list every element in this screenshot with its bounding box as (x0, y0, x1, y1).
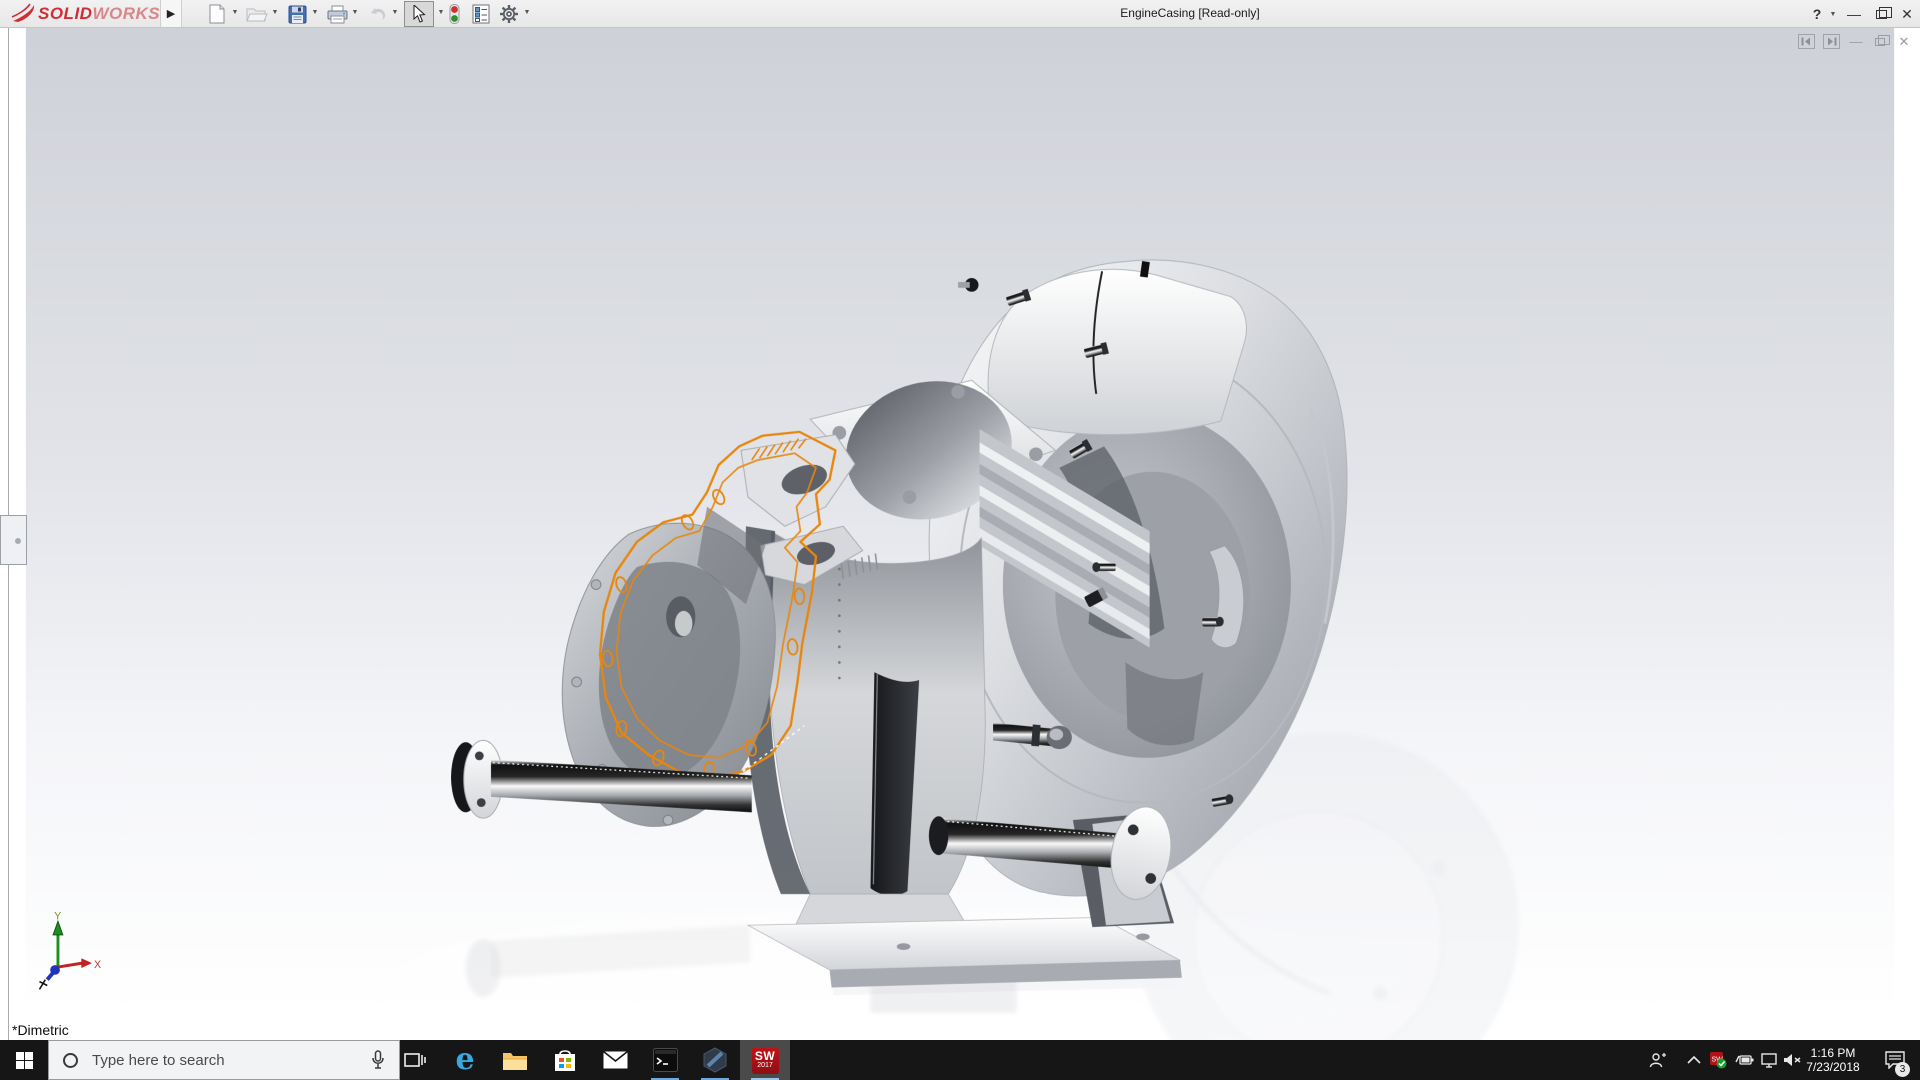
battery-icon (1734, 1054, 1754, 1066)
action-center-button[interactable]: 3 (1878, 1040, 1912, 1080)
print-button[interactable] (324, 1, 350, 27)
restore-button[interactable] (1870, 4, 1892, 24)
solidworks-app-icon: SW 2017 (752, 1047, 779, 1074)
tray-overflow-button[interactable] (1682, 1040, 1706, 1080)
people-icon (1649, 1052, 1667, 1068)
pane-left-icon (1801, 37, 1812, 46)
taskbar-app-mail[interactable] (590, 1040, 640, 1080)
select-cursor-icon (413, 5, 426, 23)
taskbar-app-store[interactable] (540, 1040, 590, 1080)
options-dropdown-arrow[interactable]: ▼ (522, 9, 532, 16)
people-button[interactable] (1646, 1040, 1670, 1080)
undo-dropdown-arrow[interactable]: ▼ (390, 9, 400, 16)
pane-right-icon (1826, 37, 1837, 46)
pane-handle-dot-icon (15, 538, 21, 544)
triad-x-label: X (94, 959, 101, 971)
open-dropdown-arrow[interactable]: ▼ (270, 9, 280, 16)
task-view-button[interactable] (390, 1040, 440, 1080)
undo-button[interactable] (364, 1, 390, 27)
window-title: EngineCasing [Read-only] (1040, 6, 1340, 20)
document-minimize-button[interactable]: — (1848, 34, 1864, 49)
restore-icon (1876, 10, 1887, 19)
new-dropdown-arrow[interactable]: ▼ (230, 9, 240, 16)
collapse-pane-right-button[interactable] (1823, 34, 1840, 49)
document-restore-button[interactable] (1872, 34, 1888, 49)
taskbar-app-edge[interactable]: e (440, 1040, 490, 1080)
store-icon (554, 1048, 576, 1072)
taskbar-app-command-prompt[interactable] (640, 1040, 690, 1080)
document-window-controls: — ✕ (1798, 34, 1912, 49)
menu-flyout-button[interactable]: ▶ (160, 0, 182, 27)
solidworks-window: SOLIDWORKS ▶ ▼ ▼ (0, 0, 1920, 1080)
interference-check-button[interactable] (444, 1, 464, 27)
view-orientation-label: *Dimetric (12, 1022, 69, 1038)
ds-swoosh-icon (10, 3, 38, 25)
sw-icon-year: 2017 (757, 1062, 773, 1070)
new-document-button[interactable] (204, 1, 230, 27)
gear-icon (499, 4, 519, 24)
microphone-icon[interactable] (371, 1050, 385, 1070)
chevron-up-icon (1687, 1056, 1701, 1064)
battery-status[interactable] (1732, 1040, 1756, 1080)
open-folder-icon (246, 5, 268, 23)
clock-time: 1:16 PM (1811, 1046, 1856, 1060)
open-button[interactable] (244, 1, 270, 27)
hexagon-app-icon (702, 1047, 728, 1073)
notification-badge: 3 (1895, 1062, 1910, 1077)
3d-scene: Y X (0, 28, 1920, 1040)
file-properties-button[interactable] (468, 1, 494, 27)
start-button[interactable] (0, 1040, 48, 1080)
cortana-icon (63, 1053, 78, 1068)
feature-pane-handle[interactable] (0, 515, 27, 565)
brand-text-solid: SOLID (38, 4, 92, 24)
clock-date: 7/23/2018 (1806, 1060, 1859, 1074)
traffic-light-icon (449, 4, 460, 24)
options-button[interactable] (496, 1, 522, 27)
solidworks-resource-monitor[interactable]: SW (1706, 1040, 1730, 1080)
taskbar-app-hexagon[interactable] (690, 1040, 740, 1080)
save-dropdown-arrow[interactable]: ▼ (310, 9, 320, 16)
new-document-icon (208, 4, 226, 24)
document-restore-icon (1875, 38, 1885, 46)
network-status[interactable] (1757, 1040, 1781, 1080)
save-button[interactable] (284, 1, 310, 27)
mail-icon (603, 1051, 628, 1069)
solidworks-rx-icon: SW (1709, 1051, 1727, 1069)
undo-icon (367, 6, 387, 22)
help-button[interactable]: ? (1806, 4, 1828, 24)
task-view-icon (404, 1051, 426, 1069)
solidworks-logo: SOLIDWORKS (10, 2, 160, 26)
minimize-button[interactable]: — (1843, 4, 1865, 24)
save-floppy-icon (288, 5, 307, 24)
select-tool-button[interactable] (404, 1, 434, 27)
graphics-viewport[interactable]: Y X *Dimetric (0, 28, 1920, 1040)
help-dropdown-arrow[interactable]: ▼ (1828, 11, 1838, 18)
close-button[interactable]: ✕ (1896, 4, 1918, 24)
collapse-pane-left-button[interactable] (1798, 34, 1815, 49)
command-prompt-icon (653, 1048, 678, 1072)
taskbar-search[interactable] (48, 1040, 400, 1080)
triad-y-label: Y (54, 910, 61, 922)
taskbar-app-solidworks[interactable]: SW 2017 (740, 1040, 790, 1080)
windows-taskbar: e (0, 1040, 1920, 1080)
windows-logo-icon (16, 1052, 33, 1069)
taskbar-clock[interactable]: 1:16 PM 7/23/2018 (1795, 1040, 1871, 1080)
file-properties-icon (472, 4, 490, 24)
brand-text-works: WORKS (92, 4, 160, 24)
document-close-button[interactable]: ✕ (1896, 34, 1912, 49)
print-dropdown-arrow[interactable]: ▼ (350, 9, 360, 16)
network-icon (1760, 1053, 1778, 1068)
print-icon (327, 5, 348, 24)
sw-icon-text: SW (755, 1051, 775, 1062)
search-input[interactable] (90, 1051, 371, 1070)
titlebar: SOLIDWORKS ▶ ▼ ▼ (0, 0, 1920, 28)
file-explorer-icon (502, 1050, 528, 1071)
edge-icon: e (455, 1046, 474, 1074)
taskbar-app-file-explorer[interactable] (490, 1040, 540, 1080)
